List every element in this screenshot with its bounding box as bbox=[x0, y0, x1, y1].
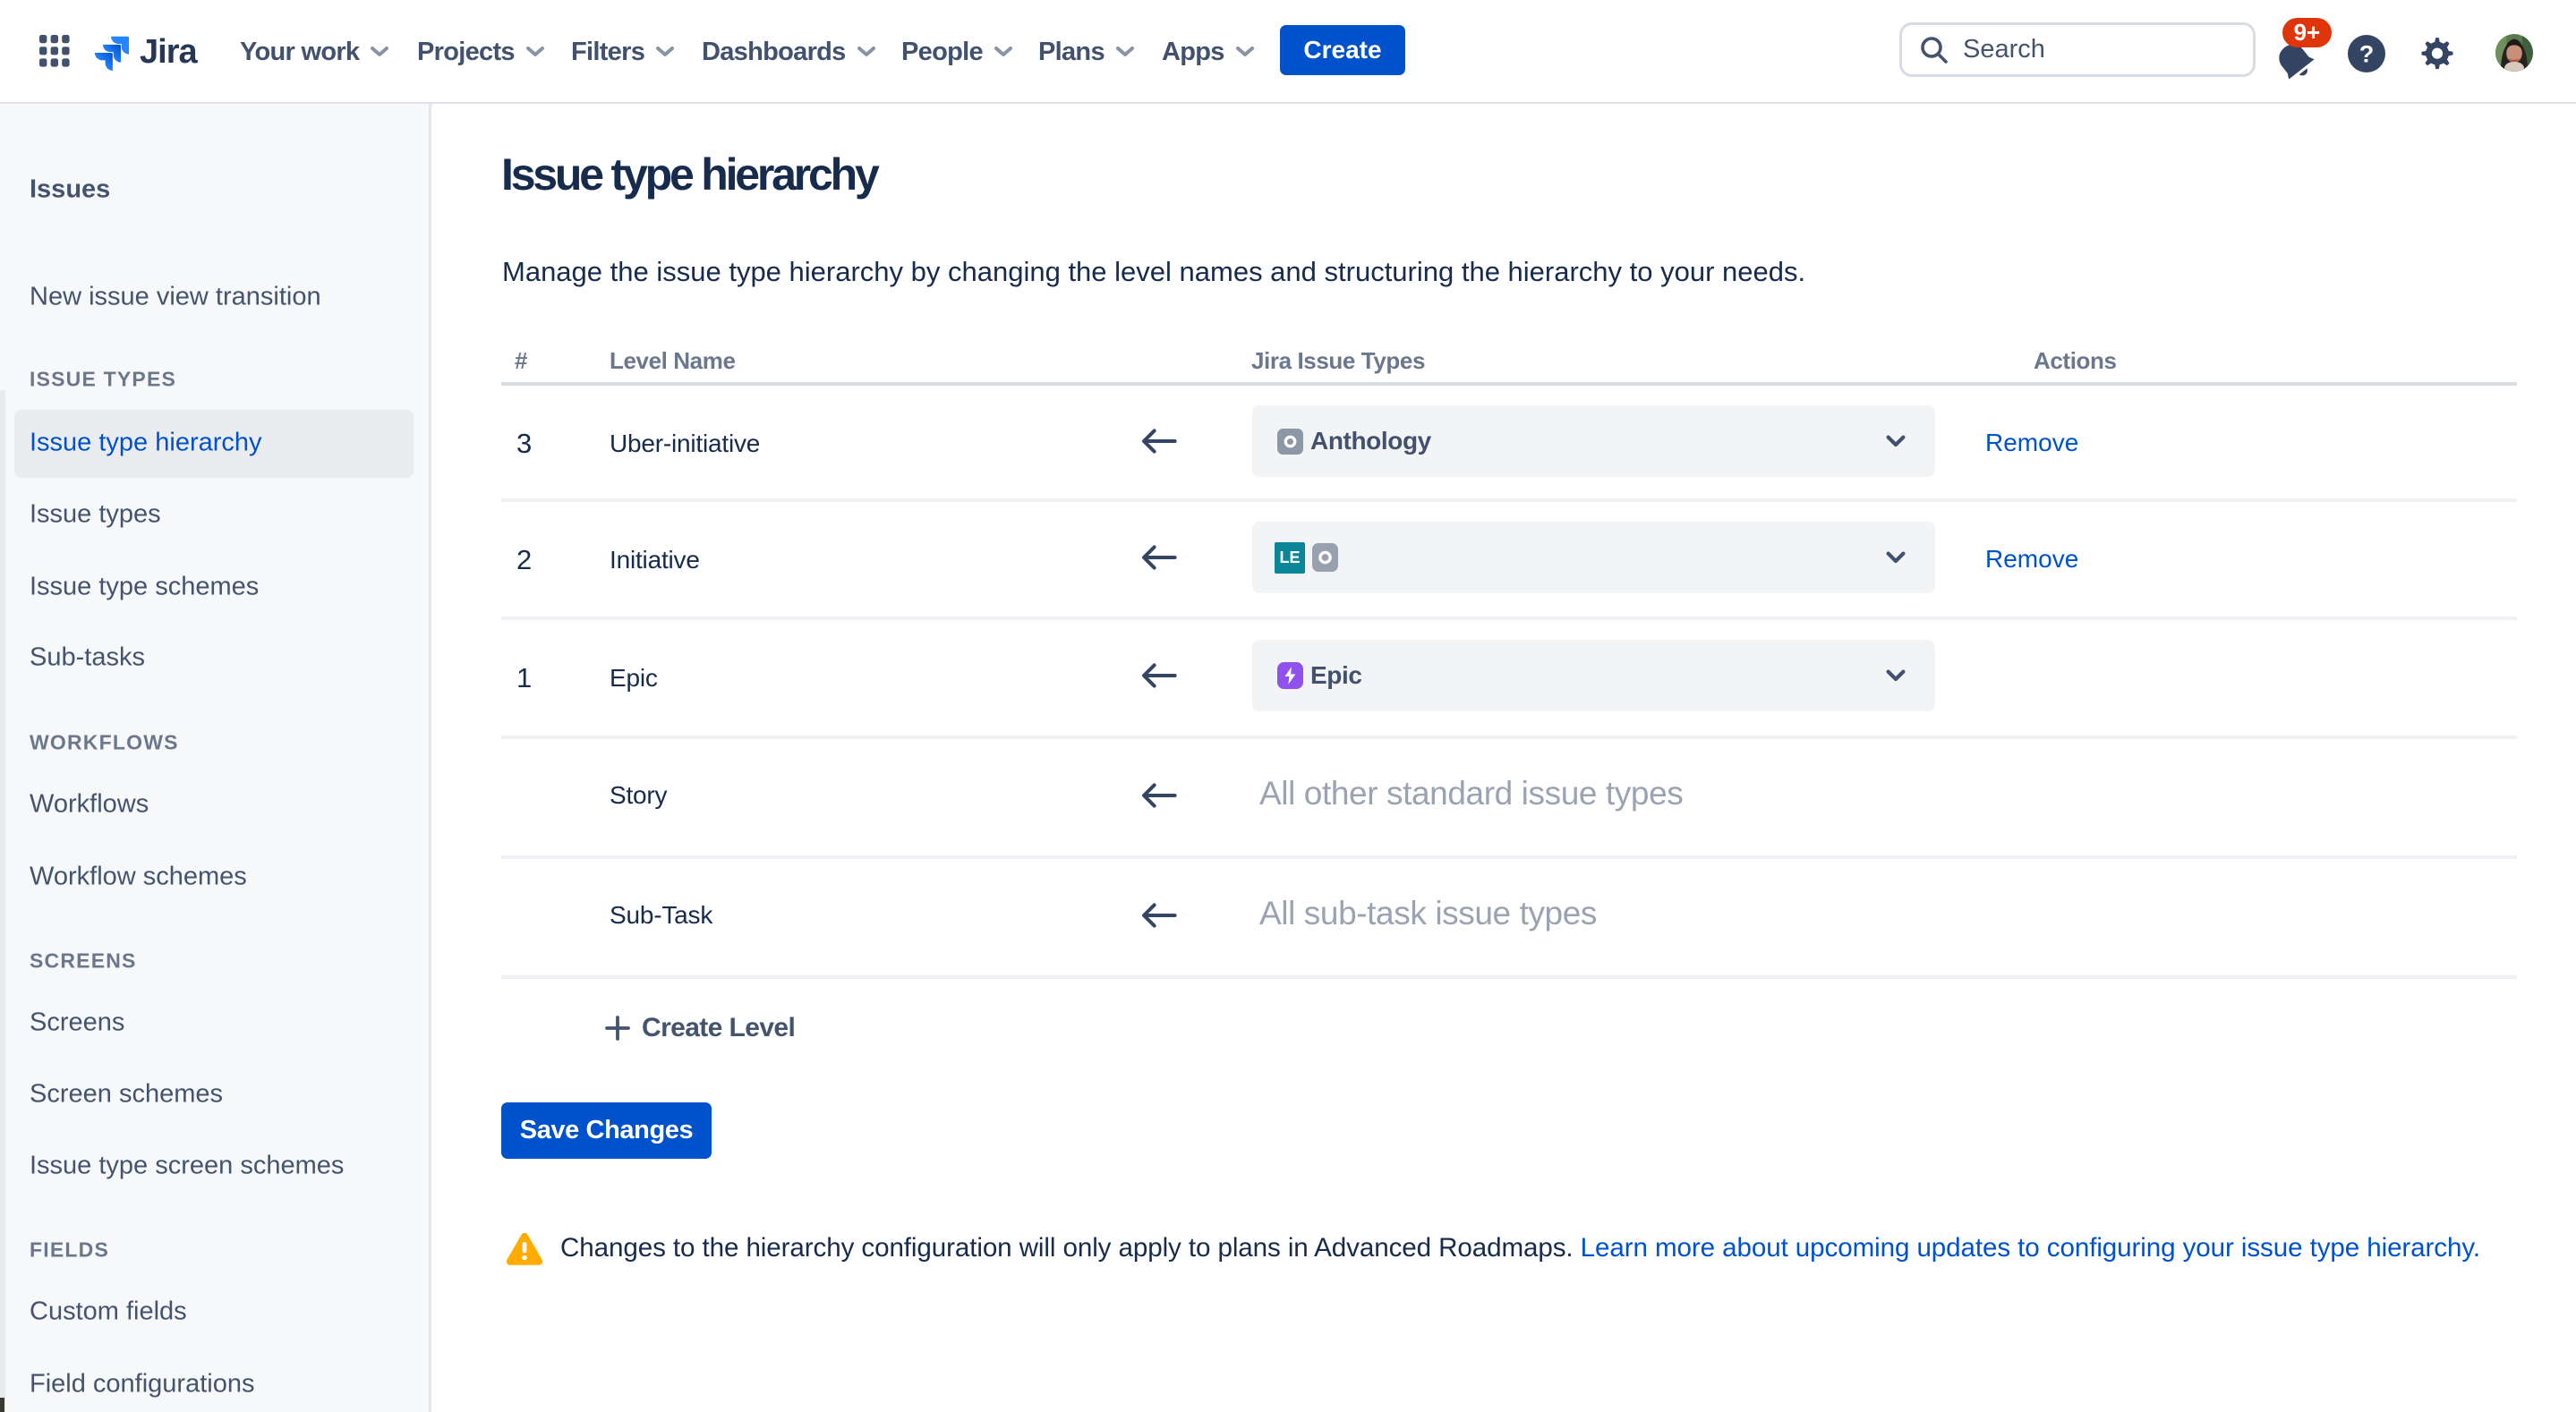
svg-text:9+: 9+ bbox=[2294, 19, 2321, 46]
svg-text:?: ? bbox=[2359, 40, 2375, 67]
